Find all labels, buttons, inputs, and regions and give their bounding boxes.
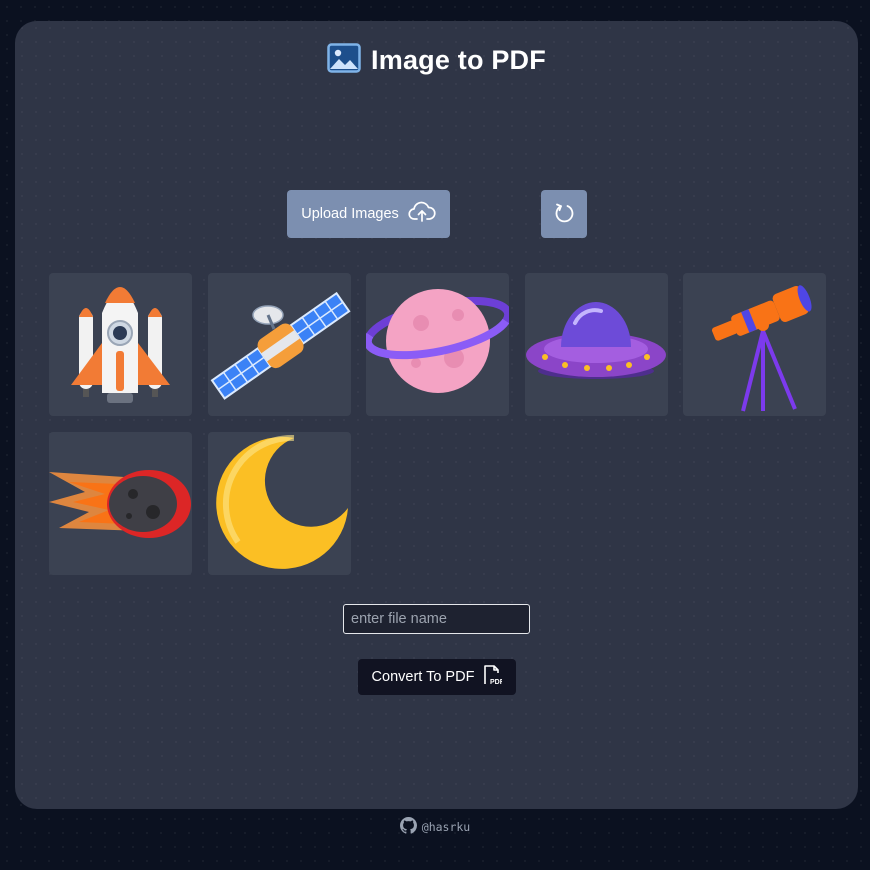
image-thumbnail-satellite[interactable] [207, 273, 351, 416]
header: Image to PDF [15, 43, 858, 78]
github-link[interactable]: @hasrku [0, 817, 870, 837]
cloud-upload-icon [408, 201, 436, 227]
page-title: Image to PDF [371, 45, 546, 75]
github-icon [399, 817, 417, 837]
planet-image [366, 289, 509, 393]
github-handle: @hasrku [421, 820, 471, 834]
ufo-image [525, 302, 666, 379]
moon-image [215, 434, 348, 569]
image-thumbnail-moon[interactable] [207, 432, 351, 575]
satellite-image [210, 291, 351, 400]
image-thumbnail-ufo[interactable] [524, 273, 668, 416]
image-thumbnail-comet[interactable] [49, 432, 192, 575]
main-card: Image to PDF Upload Images enter file na… [15, 21, 858, 809]
comet-image [49, 470, 191, 538]
telescope-image [711, 285, 812, 412]
image-thumbnail-telescope[interactable] [683, 273, 826, 416]
rocket-image [71, 287, 170, 403]
image-grid [49, 273, 826, 575]
upload-label: Upload Images [301, 206, 399, 222]
image-icon [327, 43, 361, 78]
pdf-file-icon: PDF [482, 664, 505, 690]
convert-to-pdf-button[interactable]: Convert To PDF PDF [358, 659, 516, 695]
refresh-icon [553, 202, 575, 227]
image-thumbnail-planet[interactable] [366, 273, 509, 416]
svg-text:PDF: PDF [490, 679, 502, 686]
upload-images-button[interactable]: Upload Images [287, 190, 450, 238]
filename-input[interactable] [343, 604, 530, 634]
convert-label: Convert To PDF [371, 669, 475, 685]
image-thumbnail-rocket[interactable] [49, 273, 192, 416]
reset-button[interactable] [541, 190, 587, 238]
